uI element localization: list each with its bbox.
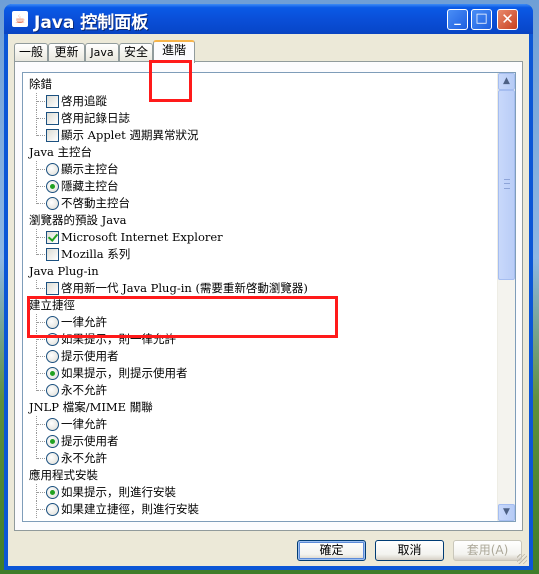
tree-category: 瀏覽器的預設 Java [25, 212, 499, 229]
option-label[interactable]: 一律允許 [61, 417, 107, 431]
tree-category: 除錯 [25, 76, 499, 93]
radio-button[interactable] [46, 180, 59, 193]
radio-option[interactable]: 提示使用者 [25, 433, 499, 450]
checkbox-option[interactable]: 啓用記錄日誌 [25, 110, 499, 127]
checkbox[interactable] [46, 231, 59, 244]
title-bar[interactable]: ☕ Java 控制面板 _ □ ✕ [4, 4, 533, 34]
checkbox-option[interactable]: 啓用新一代 Java Plug-in (需要重新啓動瀏覽器) [25, 280, 499, 297]
option-label[interactable]: 如果提示，則一律允許 [61, 332, 176, 346]
option-label[interactable]: 啓用新一代 Java Plug-in (需要重新啓動瀏覽器) [61, 281, 308, 295]
java-cup-icon: ☕ [12, 11, 28, 27]
option-label[interactable]: 如果提示，則進行安裝 [61, 485, 176, 499]
tree-category: JNLP 檔案/MIME 關聯 [25, 399, 499, 416]
radio-button[interactable] [46, 384, 59, 397]
radio-button[interactable] [46, 452, 59, 465]
vertical-scrollbar[interactable]: ▲ ▼ [497, 73, 515, 521]
category-label: 除錯 [29, 77, 52, 91]
radio-option[interactable]: 一律允許 [25, 416, 499, 433]
category-label: JNLP 檔案/MIME 關聯 [29, 400, 153, 414]
radio-button[interactable] [46, 163, 59, 176]
scroll-grip-icon [504, 179, 510, 189]
radio-option[interactable]: 永不允許 [25, 382, 499, 399]
option-label[interactable]: 永不允許 [61, 451, 107, 465]
apply-button[interactable]: 套用(A) [453, 540, 522, 561]
tab-general[interactable]: 一般 [14, 43, 48, 62]
radio-option[interactable]: 顯示主控台 [25, 161, 499, 178]
scroll-thumb[interactable] [498, 90, 515, 280]
java-control-panel-window: ☕ Java 控制面板 _ □ ✕ 一般 更新 Java 安全 進階 除錯 啓用追… [4, 4, 533, 570]
maximize-button[interactable]: □ [471, 9, 492, 30]
option-label[interactable]: 提示使用者 [61, 349, 119, 363]
tree-category: 建立捷徑 [25, 297, 499, 314]
radio-button[interactable] [46, 486, 59, 499]
checkbox-option[interactable]: Mozilla 系列 [25, 246, 499, 263]
checkbox[interactable] [46, 248, 59, 261]
radio-button[interactable] [46, 197, 59, 210]
settings-tree-content: 除錯 啓用追蹤啓用記錄日誌顯示 Applet 週期異常狀況 Java 主控台顯示主控… [25, 76, 499, 518]
category-label: 應用程式安裝 [29, 468, 98, 482]
option-label[interactable]: 顯示主控台 [61, 162, 119, 176]
option-label[interactable]: 提示使用者 [61, 434, 119, 448]
tree-category: Java Plug-in [25, 263, 499, 280]
radio-option[interactable]: 如果提示，則一律允許 [25, 331, 499, 348]
option-label[interactable]: 永不允許 [61, 383, 107, 397]
radio-option[interactable]: 隱藏主控台 [25, 178, 499, 195]
tab-java[interactable]: Java [85, 43, 119, 62]
radio-option[interactable]: 永不允許 [25, 450, 499, 467]
checkbox[interactable] [46, 112, 59, 125]
radio-button[interactable] [46, 435, 59, 448]
option-label[interactable]: Mozilla 系列 [61, 247, 130, 261]
tree-category: 應用程式安裝 [25, 467, 499, 484]
option-label[interactable]: Microsoft Internet Explorer [61, 230, 223, 244]
settings-tree: 除錯 啓用追蹤啓用記錄日誌顯示 Applet 週期異常狀況 Java 主控台顯示主控… [22, 72, 516, 522]
minimize-button[interactable]: _ [447, 9, 468, 30]
tree-category: Java 主控台 [25, 144, 499, 161]
checkbox[interactable] [46, 129, 59, 142]
radio-option[interactable]: 不啓動主控台 [25, 195, 499, 212]
checkbox-option[interactable]: Microsoft Internet Explorer [25, 229, 499, 246]
option-label[interactable]: 隱藏主控台 [61, 179, 119, 193]
radio-option[interactable]: 如果提示，則提示使用者 [25, 365, 499, 382]
radio-option[interactable]: 如果提示，則進行安裝 [25, 484, 499, 501]
checkbox[interactable] [46, 282, 59, 295]
category-label: 建立捷徑 [29, 298, 75, 312]
resize-grip-icon[interactable] [517, 554, 527, 564]
advanced-tab-panel: 除錯 啓用追蹤啓用記錄日誌顯示 Applet 週期異常狀況 Java 主控台顯示主控… [14, 61, 523, 531]
cancel-button[interactable]: 取消 [375, 540, 444, 561]
option-label[interactable]: 不啓動主控台 [61, 196, 130, 210]
option-label[interactable]: 啓用記錄日誌 [61, 111, 130, 125]
dialog-client-area: 一般 更新 Java 安全 進階 除錯 啓用追蹤啓用記錄日誌顯示 Applet 週… [8, 34, 529, 566]
scroll-down-button[interactable]: ▼ [498, 504, 515, 521]
window-title: Java 控制面板 [34, 13, 149, 33]
radio-option[interactable]: 提示使用者 [25, 348, 499, 365]
tab-security[interactable]: 安全 [119, 43, 153, 62]
checkbox-option[interactable]: 啓用追蹤 [25, 93, 499, 110]
category-label: 瀏覽器的預設 Java [29, 213, 127, 227]
close-button[interactable]: ✕ [497, 9, 518, 30]
scroll-up-button[interactable]: ▲ [498, 73, 515, 90]
radio-option[interactable]: 一律允許 [25, 314, 499, 331]
option-label[interactable]: 顯示 Applet 週期異常狀況 [61, 128, 198, 142]
category-label: Java 主控台 [29, 145, 92, 159]
option-label[interactable]: 啓用追蹤 [61, 94, 107, 108]
option-label[interactable]: 如果提示，則提示使用者 [61, 366, 188, 380]
radio-button[interactable] [46, 333, 59, 346]
radio-button[interactable] [46, 418, 59, 431]
checkbox-option[interactable]: 顯示 Applet 週期異常狀況 [25, 127, 499, 144]
category-label: Java Plug-in [29, 264, 99, 278]
radio-button[interactable] [46, 316, 59, 329]
radio-option[interactable]: 如果建立捷徑，則進行安裝 [25, 501, 499, 518]
radio-button[interactable] [46, 350, 59, 363]
ok-button[interactable]: 確定 [297, 540, 366, 561]
radio-button[interactable] [46, 367, 59, 380]
checkbox[interactable] [46, 95, 59, 108]
tab-update[interactable]: 更新 [48, 43, 85, 62]
option-label[interactable]: 如果建立捷徑，則進行安裝 [61, 502, 199, 516]
radio-button[interactable] [46, 503, 59, 516]
tab-advanced[interactable]: 進階 [153, 40, 195, 63]
option-label[interactable]: 一律允許 [61, 315, 107, 329]
